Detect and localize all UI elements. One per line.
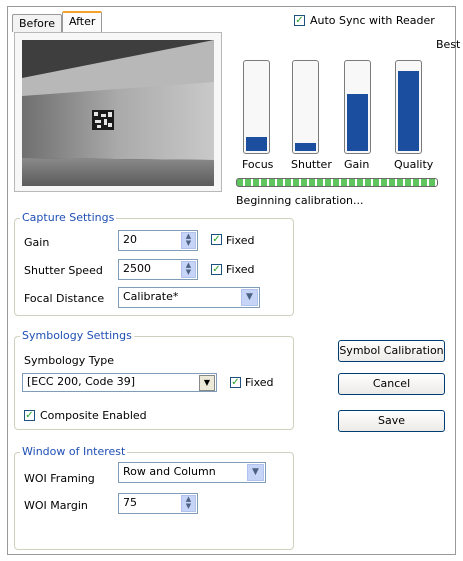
symbology-type-select[interactable]: [ECC 200, Code 39] ▼ (22, 373, 217, 392)
gain-meter (344, 60, 371, 154)
auto-sync-label: Auto Sync with Reader (310, 14, 435, 27)
shutter-speed-label: Shutter Speed (24, 264, 103, 277)
checkmark-icon: ✓ (295, 15, 304, 26)
spin-arrows-icon[interactable]: ▲ ▼ (181, 495, 196, 512)
gain-label: Gain (24, 236, 50, 249)
gain-stepper[interactable]: 20 ▲ ▼ (118, 230, 198, 251)
chevron-down-icon[interactable]: ▼ (247, 464, 264, 481)
cancel-button[interactable]: Cancel (338, 373, 445, 395)
meter-label-gain: Gain (344, 158, 370, 171)
checkmark-icon: ✓ (212, 234, 221, 245)
focal-distance-label: Focal Distance (24, 292, 105, 305)
shutter-fixed-label: Fixed (226, 263, 255, 276)
shutter-meter-fill (295, 143, 316, 151)
meter-label-shutter: Shutter (291, 158, 332, 171)
meter-label-quality: Quality (394, 158, 434, 171)
auto-sync-checkbox[interactable]: ✓ (294, 15, 305, 26)
chevron-down-icon[interactable]: ▼ (199, 375, 215, 391)
capture-settings-title: Capture Settings (20, 211, 117, 224)
focus-meter (243, 60, 270, 154)
window-of-interest-title: Window of Interest (20, 445, 128, 458)
symbology-fixed-label: Fixed (245, 376, 274, 389)
checkmark-icon: ✓ (25, 410, 34, 421)
chevron-down-icon[interactable]: ▼ (241, 289, 258, 306)
symbology-type-value: [ECC 200, Code 39] (27, 375, 136, 388)
calibration-progress-bar (236, 178, 438, 187)
spin-arrows-icon[interactable]: ▲ ▼ (181, 232, 196, 249)
gain-fixed-checkbox[interactable]: ✓ (211, 234, 222, 245)
shutter-meter (292, 60, 319, 154)
focus-meter-fill (246, 136, 267, 151)
focal-distance-value: Calibrate* (123, 290, 179, 303)
symbology-fixed-checkbox[interactable]: ✓ (230, 377, 241, 388)
camera-preview-graphic (22, 40, 214, 186)
gain-value: 20 (123, 233, 137, 246)
symbol-calibration-button[interactable]: Symbol Calibration (338, 340, 445, 362)
tab-after[interactable]: After (62, 11, 103, 33)
focal-distance-select[interactable]: Calibrate* ▼ (118, 287, 260, 308)
tab-before[interactable]: Before (12, 14, 62, 32)
composite-enabled-label: Composite Enabled (40, 409, 147, 422)
composite-enabled-checkbox[interactable]: ✓ (24, 410, 35, 421)
shutter-speed-value: 2500 (123, 262, 151, 275)
gain-fixed-label: Fixed (226, 234, 255, 247)
symbology-type-label: Symbology Type (24, 354, 114, 367)
quality-meter (395, 60, 422, 154)
woi-margin-stepper[interactable]: 75 ▲ ▼ (118, 493, 198, 514)
checkmark-icon: ✓ (212, 264, 221, 275)
woi-margin-value: 75 (123, 496, 137, 509)
shutter-speed-stepper[interactable]: 2500 ▲ ▼ (118, 259, 198, 280)
quality-meter-fill (398, 70, 419, 151)
gain-meter-fill (347, 93, 368, 151)
woi-framing-label: WOI Framing (24, 472, 95, 485)
meter-label-focus: Focus (242, 158, 274, 171)
checkmark-icon: ✓ (231, 377, 240, 388)
woi-framing-value: Row and Column (123, 465, 216, 478)
symbology-settings-title: Symbology Settings (20, 329, 134, 342)
calibration-status: Beginning calibration... (236, 194, 364, 207)
quality-best-caption: Best (436, 38, 461, 51)
camera-preview-image (22, 40, 214, 186)
save-button[interactable]: Save (338, 410, 445, 432)
woi-framing-select[interactable]: Row and Column ▼ (118, 462, 266, 483)
woi-margin-label: WOI Margin (24, 499, 88, 512)
shutter-fixed-checkbox[interactable]: ✓ (211, 264, 222, 275)
spin-arrows-icon[interactable]: ▲ ▼ (181, 261, 196, 278)
